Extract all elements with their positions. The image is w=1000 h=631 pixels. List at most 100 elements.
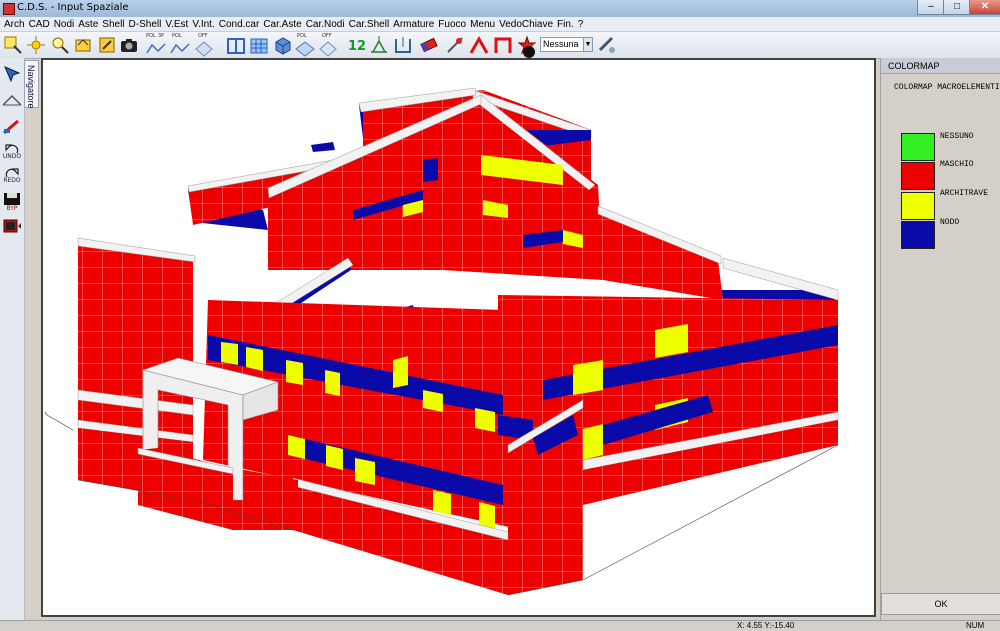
- left-toolbar: UNDO REDO BYP: [0, 58, 25, 620]
- menu-vedochiave[interactable]: VedoChiave: [499, 19, 553, 30]
- minimize-button[interactable]: –: [917, 0, 945, 15]
- navigator-label: Navigatore: [26, 65, 36, 109]
- menu-nodi[interactable]: Nodi: [54, 19, 75, 30]
- lintel-yellow: [475, 408, 495, 432]
- colormap-heading: COLORMAP MACROELEMENTI: [894, 83, 1000, 92]
- zoom-window-icon[interactable]: [3, 35, 23, 55]
- lintel-yellow: [288, 435, 305, 459]
- minimize-icon: –: [928, 1, 934, 12]
- lintel-yellow: [221, 342, 238, 365]
- building-model: [44, 87, 839, 596]
- menu-aste[interactable]: Aste: [78, 19, 98, 30]
- lintel-yellow: [325, 370, 340, 396]
- undo-button[interactable]: UNDO: [2, 142, 22, 162]
- polygon-3p-icon[interactable]: [146, 39, 166, 59]
- menu-fuoco[interactable]: Fuoco: [438, 19, 466, 30]
- svg-text:12: 12: [348, 39, 365, 54]
- num-lock-indicator: NUM: [966, 621, 985, 630]
- diamond-off-icon[interactable]: [194, 39, 214, 59]
- menu-car-nodi[interactable]: Car.Nodi: [306, 19, 345, 30]
- menu-shell[interactable]: Shell: [102, 19, 124, 30]
- save-label: BYP: [6, 205, 18, 212]
- close-icon: ✕: [980, 1, 990, 12]
- menu-cad[interactable]: CAD: [29, 19, 50, 30]
- axis-marker: [44, 411, 74, 431]
- red-beam-icon[interactable]: [469, 35, 489, 55]
- zoom-icon[interactable]: [50, 35, 70, 55]
- pencil-icon[interactable]: [2, 116, 22, 136]
- save-button[interactable]: BYP: [2, 192, 22, 212]
- label-maschio: MASCHIO: [940, 160, 974, 169]
- polygon-diamond-icon[interactable]: [295, 39, 315, 59]
- menu-bar: Arch CAD Nodi Aste Shell D-Shell V.Est V…: [0, 17, 1000, 32]
- main-toolbar: POL 3P POL OFF POL OFF 12: [0, 32, 1000, 59]
- grid-view-icon[interactable]: [249, 35, 269, 55]
- panel-title: COLORMAP: [881, 58, 1000, 74]
- model-viewport[interactable]: [41, 58, 876, 617]
- polygon-icon[interactable]: [170, 39, 190, 59]
- structure-icon[interactable]: [2, 90, 22, 110]
- lintel-yellow: [433, 490, 451, 515]
- lintel-yellow: [246, 347, 263, 371]
- label-nodo: NODO: [940, 218, 960, 227]
- lintel-yellow: [573, 360, 603, 395]
- menu-fin[interactable]: Fin.: [557, 19, 574, 30]
- app-icon[interactable]: [3, 3, 15, 15]
- redo-label: REDO: [3, 177, 21, 184]
- maximize-button[interactable]: □: [943, 0, 971, 15]
- menu-menu[interactable]: Menu: [470, 19, 495, 30]
- camera-icon[interactable]: [119, 35, 139, 55]
- lintel-yellow: [286, 360, 303, 385]
- frame-view-icon[interactable]: [226, 35, 246, 55]
- swatch-architrave: [901, 192, 935, 220]
- menu-help[interactable]: ?: [578, 19, 584, 30]
- lintel-yellow: [355, 458, 375, 485]
- diamond-off-icon-2[interactable]: [318, 39, 338, 59]
- swatch-nessuno: [901, 133, 935, 161]
- film-icon[interactable]: [2, 216, 22, 236]
- numbering-icon[interactable]: 12: [345, 35, 365, 55]
- load-icon[interactable]: [369, 35, 389, 55]
- cube-view-icon[interactable]: [273, 35, 293, 55]
- maximize-icon: □: [953, 1, 961, 12]
- bomb-icon[interactable]: [519, 40, 539, 60]
- menu-cond-car[interactable]: Cond.car: [219, 19, 260, 30]
- pan-icon[interactable]: [73, 35, 93, 55]
- lintel-yellow: [393, 356, 408, 388]
- menu-car-aste[interactable]: Car.Aste: [263, 19, 301, 30]
- label-architrave: ARCHITRAVE: [940, 189, 989, 198]
- floppy-icon: [4, 193, 20, 205]
- colormap-panel: COLORMAP COLORMAP MACROELEMENTI NESSUNO …: [880, 58, 1000, 620]
- tools-icon[interactable]: [597, 35, 617, 55]
- node-blue: [423, 158, 438, 182]
- zoom-all-icon[interactable]: [26, 35, 46, 55]
- eraser-icon[interactable]: [419, 35, 439, 55]
- lintel-yellow: [655, 324, 688, 358]
- ok-button[interactable]: OK: [881, 593, 1000, 615]
- navigator-tab[interactable]: Navigatore: [24, 60, 39, 109]
- window-title: C.D.S. - Input Spaziale: [17, 2, 129, 13]
- menu-car-shell[interactable]: Car.Shell: [349, 19, 390, 30]
- menu-armature[interactable]: Armature: [393, 19, 434, 30]
- constraint-icon[interactable]: [393, 35, 413, 55]
- menu-v-est[interactable]: V.Est: [165, 19, 188, 30]
- label-nessuno: NESSUNO: [940, 132, 974, 141]
- chevron-down-icon[interactable]: ▼: [583, 37, 593, 52]
- red-frame-icon[interactable]: [493, 35, 513, 55]
- menu-d-shell[interactable]: D-Shell: [129, 19, 162, 30]
- status-bar: X: 4.55 Y:-15.40 NUM: [0, 620, 1000, 631]
- menu-v-int[interactable]: V.Int.: [192, 19, 214, 30]
- node-edit-icon[interactable]: [445, 35, 465, 55]
- lintel-yellow: [326, 445, 343, 470]
- node-blue: [311, 142, 335, 152]
- cursor-coordinates: X: 4.55 Y:-15.40: [737, 621, 795, 630]
- swatch-nodo: [901, 221, 935, 249]
- select-arrow-icon[interactable]: [2, 64, 22, 84]
- close-button[interactable]: ✕: [969, 0, 1000, 15]
- undo-label: UNDO: [2, 153, 22, 160]
- menu-arch[interactable]: Arch: [4, 19, 25, 30]
- redo-button[interactable]: REDO: [2, 166, 22, 186]
- rotate-icon[interactable]: [97, 35, 117, 55]
- swatch-maschio: [901, 162, 935, 190]
- fire-select-value: Nessuna: [543, 39, 579, 49]
